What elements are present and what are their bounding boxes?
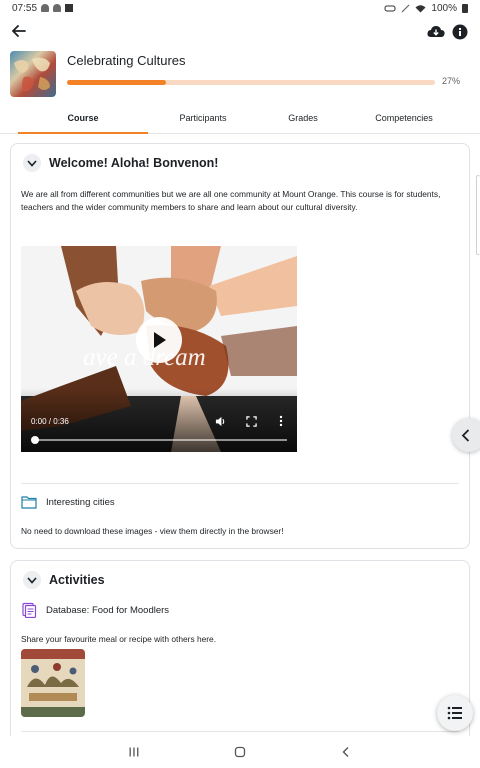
volume-icon[interactable]: [215, 416, 226, 427]
back-icon: [342, 747, 349, 757]
recent-apps-button[interactable]: [127, 745, 141, 759]
divider: [21, 731, 459, 732]
play-icon: [154, 332, 166, 348]
chevron-down-icon: [27, 576, 37, 584]
activity-database-food[interactable]: Database: Food for Moodlers: [21, 602, 169, 618]
world-map-image: [14, 57, 50, 92]
tab-label: Course: [67, 113, 99, 123]
video-seek-bar[interactable]: [35, 439, 287, 441]
info-icon: [452, 24, 468, 40]
arrow-left-icon: [12, 25, 26, 37]
course-index-button[interactable]: [437, 695, 473, 731]
back-button[interactable]: [8, 20, 30, 42]
course-info-button[interactable]: [450, 22, 470, 42]
course-image: [10, 51, 56, 97]
battery-percent: 100%: [431, 2, 457, 14]
chevron-down-icon: [27, 159, 37, 167]
collapse-section-button[interactable]: [23, 571, 41, 589]
tab-course[interactable]: Course: [18, 104, 148, 134]
system-back-button[interactable]: [339, 745, 353, 759]
tab-label: Participants: [179, 113, 227, 123]
section-header: Activities: [23, 571, 105, 589]
folder-icon: [21, 496, 37, 509]
status-time: 07:55: [12, 2, 38, 14]
section-welcome: Welcome! Aloha! Bonvenon! We are all fro…: [10, 143, 470, 549]
tab-competencies[interactable]: Competencies: [348, 104, 460, 132]
activity-name: Database: Food for Moodlers: [46, 604, 170, 616]
list-icon: [447, 706, 462, 720]
status-bar: 07:55 100%: [0, 0, 480, 16]
section-title: Activities: [49, 573, 105, 587]
section-header: Welcome! Aloha! Bonvenon!: [23, 154, 218, 172]
tab-grades[interactable]: Grades: [258, 104, 348, 132]
vpn-key-icon: [384, 5, 396, 11]
app-bar: [0, 20, 480, 44]
scroll-indicator: [476, 175, 480, 255]
course-tabs: Course Participants Grades Competencies: [0, 104, 480, 134]
course-progress-bar: [67, 80, 435, 85]
video-time: 0:00 / 0:36: [31, 417, 69, 426]
no-signal-icon: [401, 4, 410, 12]
tab-label: Competencies: [375, 113, 433, 123]
system-nav-bar: [0, 736, 480, 768]
collapse-section-button[interactable]: [23, 154, 41, 172]
play-button[interactable]: [136, 317, 182, 363]
tapestry-image: [21, 649, 85, 717]
recent-apps-icon: [129, 747, 139, 757]
android-icon: [41, 4, 50, 12]
section-activities: Activities Database: Food for Moodlers S…: [10, 560, 470, 750]
tab-label: Grades: [288, 113, 318, 123]
notification-icon: [65, 4, 74, 12]
activity-description: No need to download these images - view …: [21, 526, 284, 536]
activity-image: [21, 649, 85, 717]
activity-name: Interesting cities: [46, 496, 115, 508]
wifi-icon: [415, 4, 426, 12]
home-button[interactable]: [233, 745, 247, 759]
chevron-left-icon: [461, 428, 470, 442]
activity-description: Share your favourite meal or recipe with…: [21, 634, 217, 644]
divider: [21, 483, 459, 484]
course-progress-label: 27%: [441, 76, 460, 86]
cloud-download-icon: [427, 26, 445, 37]
more-vertical-icon[interactable]: [278, 415, 284, 427]
open-course-index-button[interactable]: [452, 418, 480, 452]
section-summary: We are all from different communities bu…: [21, 189, 441, 212]
database-icon: [22, 602, 37, 618]
activity-interesting-cities[interactable]: Interesting cities: [21, 495, 115, 509]
video-player[interactable]: ave a dream 0:00 / 0:36: [21, 246, 297, 452]
course-progress-fill: [67, 80, 167, 85]
download-course-button[interactable]: [426, 22, 446, 42]
battery-icon: [462, 3, 468, 13]
tab-participants[interactable]: Participants: [148, 104, 258, 132]
video-seek-handle[interactable]: [31, 436, 39, 444]
android-icon: [53, 4, 62, 12]
fullscreen-icon[interactable]: [246, 416, 257, 427]
home-icon: [234, 746, 246, 758]
course-title: Celebrating Cultures: [67, 53, 186, 68]
section-title: Welcome! Aloha! Bonvenon!: [49, 156, 219, 170]
